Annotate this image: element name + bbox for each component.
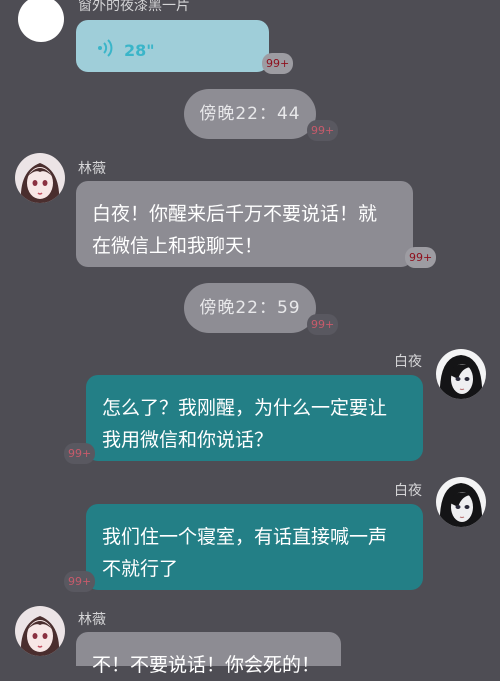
message-line: 我用微信和你说话？ [102,429,274,451]
unread-badge: 99+ [307,314,339,335]
message-bubble[interactable]: 白夜！你醒来后千万不要说话！就 在微信上和我聊天！ [76,181,413,267]
avatar-baiye[interactable] [436,349,486,399]
avatar-linwei[interactable] [15,606,65,656]
sender-name: 窗外的夜漆黑一片 [78,0,190,14]
avatar-linwei[interactable] [15,153,65,203]
message-line: 不就行了 [102,558,179,580]
unread-badge: 99+ [405,247,437,268]
avatar-baiye[interactable] [436,477,486,527]
voice-duration: 28" [124,41,155,60]
message-line: 我们住一个寝室，有话直接喊一声 [102,526,388,548]
sender-name: 林薇 [78,612,106,628]
unread-badge: 99+ [262,53,294,74]
unread-badge: 99+ [64,443,96,464]
voice-wave-icon [96,36,116,68]
timestamp-pill: 傍晚22：59 [184,283,316,333]
unread-badge: 99+ [64,571,96,592]
sender-name: 林薇 [78,161,106,177]
message-line: 白夜！你醒来后千万不要说话！就 [92,203,378,225]
avatar-window-night[interactable] [18,0,64,42]
message-bubble[interactable]: 怎么了？我刚醒，为什么一定要让 我用微信和你说话？ [86,375,423,461]
unread-badge: 99+ [307,120,339,141]
sender-name: 白夜 [394,483,422,499]
voice-message-bubble[interactable]: 28" [76,20,269,72]
message-bubble[interactable]: 不！不要说话！你会死的！ [76,632,341,676]
message-line: 不！不要说话！你会死的！ [92,654,321,676]
message-line: 怎么了？我刚醒，为什么一定要让 [102,397,388,419]
message-line: 在微信上和我聊天！ [92,235,264,257]
sender-name: 白夜 [394,354,422,370]
message-bubble[interactable]: 我们住一个寝室，有话直接喊一声 不就行了 [86,504,423,590]
timestamp-pill: 傍晚22：44 [184,89,316,139]
